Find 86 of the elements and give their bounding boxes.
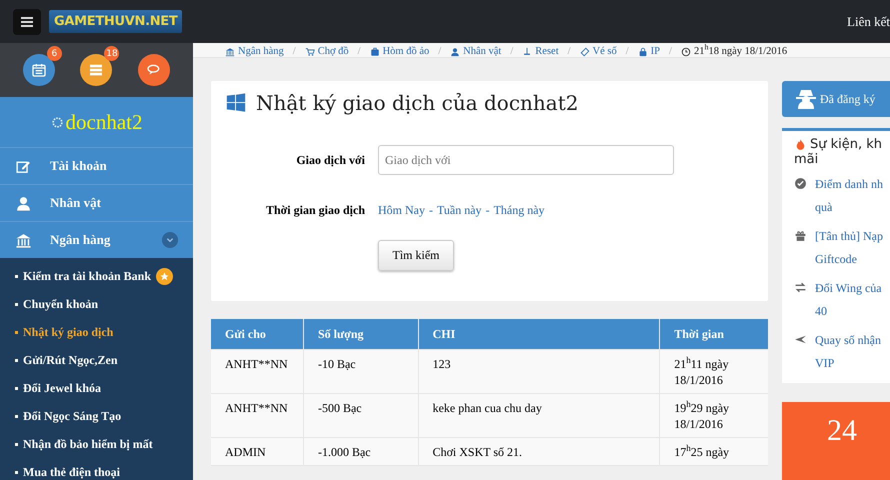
column-header: Số lượng (303, 319, 418, 350)
time-filter-link[interactable]: Hôm Nay (378, 203, 425, 217)
field-label: Giao dịch với (295, 152, 365, 168)
calendar-icon (30, 62, 47, 78)
menu-icon (21, 16, 33, 28)
breadcrumb-link[interactable]: Ngân hàng (225, 46, 284, 57)
breadcrumb-link[interactable]: Chợ đồ (304, 46, 349, 57)
submenu-item[interactable]: Nhật ký giao dịch (0, 318, 193, 346)
card-title: mãi (794, 152, 818, 167)
submenu-item[interactable]: Đổi Ngọc Sáng Tạo (0, 402, 193, 430)
breadcrumb-link[interactable]: Reset (522, 46, 559, 57)
partner-input-field[interactable]: Giao dịch với (378, 145, 674, 175)
ticket-icon (580, 46, 590, 56)
list-icon (88, 62, 104, 78)
swap-arrows-icon (794, 281, 807, 294)
breadcrumb-link[interactable]: Hòm đồ ảo (370, 46, 430, 57)
table-cell: Chơi XSKT số 21. (432, 445, 522, 459)
breadcrumb-separator: / (510, 46, 514, 57)
event-link[interactable]: Điểm danh nh quà (815, 173, 883, 219)
breadcrumb-link[interactable]: IP (638, 46, 660, 57)
column-header: CHI (418, 319, 660, 350)
nav-item[interactable]: Nhân vật (0, 184, 193, 221)
menu-button[interactable] (13, 8, 41, 34)
table-cell: 21$^{h}$11 ngày 18/1/2016 (674, 357, 729, 387)
gift-icon (794, 229, 807, 242)
event-link[interactable]: [Tân thủ] Nạp Giftcode (815, 225, 883, 271)
breadcrumb-link[interactable]: Vé số (580, 46, 617, 57)
breadcrumb-separator: / (438, 46, 442, 57)
table-cell: 123 (432, 357, 451, 371)
count-badge: 18 (104, 46, 120, 61)
count-badge: 6 (46, 46, 62, 61)
breadcrumb-separator: / (669, 46, 672, 57)
links-menu[interactable]: Liên kết (847, 14, 890, 30)
breadcrumb-separator: / (626, 46, 629, 57)
search-button[interactable]: Tìm kiếm (378, 240, 454, 271)
chat-button[interactable] (138, 54, 170, 86)
paper-plane-icon (794, 333, 807, 346)
bank-icon (225, 46, 235, 56)
submenu-item[interactable]: Đổi Jewel khóa (0, 374, 193, 402)
table-cell: -500 Bạc (318, 401, 362, 415)
column-header: Gửi cho (211, 319, 304, 350)
clock-icon (680, 46, 691, 56)
event-link[interactable]: Quay số nhận VIP (815, 329, 881, 375)
link-separator: - (486, 203, 490, 217)
windows-icon (225, 92, 247, 114)
field-label: Thời gian giao dịch (264, 203, 365, 218)
table-cell: -10 Bạc (318, 357, 356, 371)
submenu-item[interactable]: Kiểm tra tài khoản Bank (0, 262, 193, 290)
user-name: docnhat2 (66, 110, 142, 134)
submenu-item[interactable]: Mua thẻ điện thoại (0, 458, 193, 480)
table-cell: ANHT**NN (225, 401, 288, 415)
card-title: Sự kiện, kh (810, 137, 882, 152)
panel-title: Nhật ký giao dịch của docnhat2 (256, 91, 578, 115)
nav-item[interactable]: Ngân hàng (0, 221, 193, 258)
table-cell: ADMIN (225, 445, 266, 459)
table-cell: ANHT**NN (225, 357, 288, 371)
flame-icon (794, 138, 807, 151)
submenu-item[interactable]: Chuyển khoản (0, 290, 193, 318)
promo-banner: 24 (782, 402, 890, 480)
check-circle-icon (794, 177, 807, 190)
table-cell: 17$^{h}$25 ngày (674, 445, 730, 459)
event-link[interactable]: Đổi Wing của 40 (815, 277, 882, 323)
breadcrumb-separator: / (292, 46, 296, 57)
link-separator: - (429, 203, 433, 217)
registered-banner[interactable]: Đã đăng ký (782, 81, 890, 117)
submenu-item[interactable]: Gửi/Rút Ngọc,Zen (0, 346, 193, 374)
submenu-item[interactable]: Nhận đồ bảo hiểm bị mất (0, 430, 193, 458)
time-filter-link[interactable]: Tuần này (437, 203, 482, 217)
column-header: Thời gian (660, 319, 768, 350)
user-icon (15, 194, 32, 212)
breadcrumb-separator: / (568, 46, 571, 57)
date-time: 21$^{h}$18 ngày 18/1/2016 (694, 46, 788, 57)
table-cell: 19$^{h}$29 ngày 18/1/2016 (674, 401, 730, 431)
lock-icon (638, 46, 648, 56)
user-icon (450, 46, 460, 56)
table-cell: -1.000 Bạc (318, 445, 371, 459)
spy-icon (794, 87, 818, 111)
site-logo[interactable]: GAMETHUVN.NET (49, 10, 182, 33)
briefcase-icon (370, 46, 380, 56)
time-filter-link[interactable]: Tháng này (494, 203, 545, 217)
bank-icon (15, 232, 32, 248)
breadcrumb-link[interactable]: Nhân vật (450, 46, 502, 57)
cart-icon (304, 46, 315, 56)
breadcrumb-separator: / (358, 46, 361, 57)
table-cell: keke phan cua chu day (432, 401, 542, 415)
nav-item[interactable]: Tài khoản (0, 147, 193, 184)
